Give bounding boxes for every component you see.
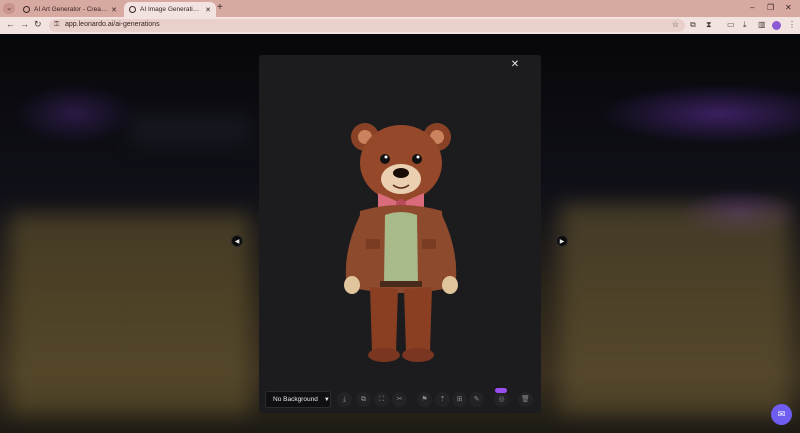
reload-icon[interactable]: ↻ — [34, 19, 42, 30]
variation-button[interactable]: ⊞ — [452, 392, 467, 407]
tab-leonardo[interactable]: AI Image Generation | Leonardo ✕ — [124, 2, 216, 17]
background-select[interactable]: No Background ▼ — [265, 391, 331, 408]
new-badge — [495, 388, 507, 393]
tab-search-icon[interactable]: ⌄ — [3, 3, 15, 14]
generated-image — [330, 119, 470, 369]
download-button[interactable]: ⤓ — [337, 392, 352, 407]
blurred-thumbnail — [560, 204, 790, 414]
next-image-button[interactable]: ▶ — [556, 235, 568, 247]
window-close-icon[interactable]: ✕ — [785, 3, 792, 12]
url-text[interactable]: app.leonardo.ai/ai-generations — [65, 21, 160, 28]
extensions-icon[interactable]: ⧗ — [706, 20, 712, 30]
site-info-icon[interactable]: ⚿ — [54, 21, 59, 29]
more-icon[interactable]: ⋮ — [788, 20, 796, 29]
motion-button[interactable]: ◎ — [494, 392, 509, 407]
browser-tab-bar: ⌄ AI Art Generator - Create Art ✕ AI Ima… — [0, 0, 800, 17]
tab-close-icon[interactable]: ✕ — [205, 6, 211, 14]
side-panel-icon[interactable]: ▥ — [758, 20, 766, 29]
tab-close-icon[interactable]: ✕ — [111, 6, 117, 14]
previous-image-button[interactable]: ◀ — [231, 235, 243, 247]
chat-support-button[interactable]: ✉ — [771, 404, 792, 425]
new-tab-button[interactable]: + — [217, 2, 223, 13]
close-icon[interactable]: ✕ — [508, 58, 522, 72]
blurred-header — [130, 114, 250, 144]
image-viewer-modal: ✕ — [259, 55, 541, 413]
globe-icon — [23, 6, 30, 13]
screenshot-icon[interactable]: ⧉ — [690, 20, 696, 30]
background-select-value: No Background — [273, 396, 318, 403]
download-icon[interactable]: ⤓ — [743, 20, 747, 30]
upscale-button[interactable]: ⇡ — [435, 392, 450, 407]
address-bar[interactable]: ⚿ app.leonardo.ai/ai-generations ☆ — [49, 19, 685, 32]
cast-icon[interactable]: ▭ — [727, 20, 735, 29]
expand-button[interactable]: ⛶ — [374, 392, 389, 407]
delete-button[interactable]: 🗑 — [518, 392, 533, 407]
minimize-icon[interactable]: – — [750, 3, 754, 12]
teddy-bear-image — [344, 123, 458, 362]
blurred-thumbnail — [10, 214, 250, 414]
tab-title: AI Image Generation | Leonardo — [140, 6, 202, 13]
back-icon[interactable]: ← — [6, 19, 15, 29]
tab-title: AI Art Generator - Create Art — [34, 6, 109, 13]
remove-bg-button[interactable]: ✂ — [392, 392, 407, 407]
browser-toolbar: ← → ↻ ⚿ app.leonardo.ai/ai-generations ☆… — [0, 17, 800, 34]
tab-ai-art-generator[interactable]: AI Art Generator - Create Art ✕ — [18, 2, 122, 17]
copy-button[interactable]: ⧉ — [356, 392, 371, 407]
bookmark-star-icon[interactable]: ☆ — [672, 20, 679, 29]
caret-down-icon: ▼ — [323, 396, 330, 403]
edit-button[interactable]: ✎ — [469, 392, 484, 407]
restore-icon[interactable]: ❐ — [767, 3, 774, 12]
forward-icon[interactable]: → — [20, 19, 29, 29]
bookmark-button[interactable]: ⚑ — [417, 392, 432, 407]
image-actions-bar: No Background ▼ ⤓ ⧉ ⛶ ✂ ⚑ ⇡ ⊞ ✎ ◎ 🗑 — [265, 388, 540, 409]
globe-icon — [129, 6, 136, 13]
profile-avatar[interactable] — [772, 21, 781, 30]
